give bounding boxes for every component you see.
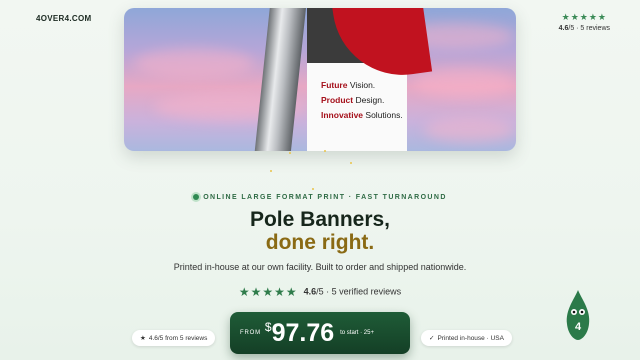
star-rating-icon: ★★★★★ — [238, 285, 298, 299]
price-amount: 97.76 — [271, 318, 335, 347]
banner-pole — [253, 8, 307, 151]
page-subtitle: Printed in-house at our own facility. Bu… — [173, 262, 467, 272]
hero-image: Future Vision. Product Design. Innovativ… — [124, 8, 516, 151]
star-icon: ★ — [140, 335, 146, 342]
header-rating: ★★★★★ 4.6/5 · 5 reviews — [559, 12, 610, 32]
mascot-icon[interactable]: 4 — [565, 290, 591, 340]
eyebrow-label: ONLINE LARGE FORMAT PRINT · FAST TURNARO… — [0, 194, 640, 201]
star-rating-icon: ★★★★★ — [561, 12, 607, 22]
status-dot-icon — [193, 194, 200, 201]
pole-banner-graphic: Future Vision. Product Design. Innovativ… — [307, 8, 433, 151]
review-rating[interactable]: ★★★★★ 4.6/5 · 5 verified reviews — [0, 285, 640, 299]
price-button[interactable]: FROM $ 97.76 to start · 25+ — [230, 312, 410, 354]
header-rating-text: 4.6/5 · 5 reviews — [558, 25, 610, 32]
page-title: Pole Banners, done right. — [249, 208, 391, 254]
banner-slogan: Future Vision. Product Design. Innovativ… — [321, 80, 403, 120]
reviews-badge: ★ 4.6/5 from 5 reviews — [132, 330, 216, 346]
mascot-label: 4 — [575, 321, 582, 333]
site-logo[interactable]: 4OVER4.COM — [36, 14, 91, 23]
printed-badge: ✓ Printed in-house · USA — [421, 330, 512, 346]
check-icon: ✓ — [429, 335, 435, 342]
